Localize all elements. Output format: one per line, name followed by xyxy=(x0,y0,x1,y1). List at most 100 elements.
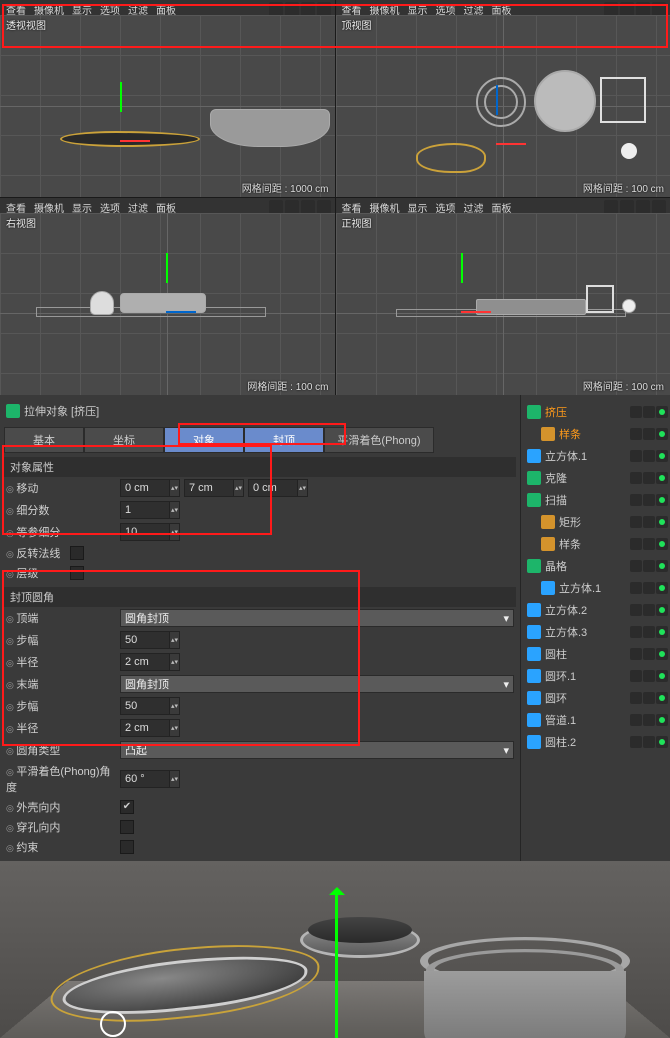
enable-dot[interactable] xyxy=(656,560,668,572)
vp-nav-icon[interactable] xyxy=(301,200,315,214)
enable-dot[interactable] xyxy=(656,494,668,506)
spinner-icon[interactable]: ▴▾ xyxy=(169,632,179,648)
tab-basic[interactable]: 基本 xyxy=(4,427,84,453)
tree-item[interactable]: 圆柱.2 xyxy=(521,731,670,753)
iso-field[interactable] xyxy=(121,526,169,538)
tree-item[interactable]: 立方体.3 xyxy=(521,621,670,643)
viewport-canvas[interactable] xyxy=(336,213,670,395)
vis-dot[interactable] xyxy=(630,560,642,572)
vis-dot[interactable] xyxy=(630,604,642,616)
radius-input[interactable]: ▴▾ xyxy=(120,653,180,671)
vp-nav-icon[interactable] xyxy=(620,2,634,16)
radius2-input[interactable]: ▴▾ xyxy=(120,719,180,737)
spinner-icon[interactable]: ▴▾ xyxy=(169,771,179,787)
vis-dot[interactable] xyxy=(643,714,655,726)
vis-dot[interactable] xyxy=(643,604,655,616)
vis-dot[interactable] xyxy=(643,428,655,440)
vis-dot[interactable] xyxy=(630,626,642,638)
hole-in-checkbox[interactable] xyxy=(120,820,134,834)
enable-dot[interactable] xyxy=(656,428,668,440)
start-dropdown[interactable]: 圆角封顶▾ xyxy=(120,609,514,627)
spinner-icon[interactable]: ▴▾ xyxy=(169,698,179,714)
move-y-field[interactable] xyxy=(185,482,233,494)
vp-nav-icon[interactable] xyxy=(301,2,315,16)
tree-item[interactable]: 扫描 xyxy=(521,489,670,511)
hull-in-checkbox[interactable]: ✔ xyxy=(120,800,134,814)
vp-nav-icon[interactable] xyxy=(604,2,618,16)
vp-nav-icon[interactable] xyxy=(652,200,666,214)
vis-dot[interactable] xyxy=(630,736,642,748)
tab-coord[interactable]: 坐标 xyxy=(84,427,164,453)
tree-item[interactable]: 圆柱 xyxy=(521,643,670,665)
viewport-canvas[interactable] xyxy=(0,213,335,395)
vis-dot[interactable] xyxy=(643,670,655,682)
enable-dot[interactable] xyxy=(656,516,668,528)
vp-nav-icon[interactable] xyxy=(604,200,618,214)
flip-checkbox[interactable] xyxy=(70,546,84,560)
tree-item[interactable]: 立方体.2 xyxy=(521,599,670,621)
move-z-field[interactable] xyxy=(249,482,297,494)
vis-dot[interactable] xyxy=(630,582,642,594)
vp-nav-icon[interactable] xyxy=(652,2,666,16)
viewport-front[interactable]: 查看 摄像机 显示 选项 过滤 面板 正视图 网格间距 : 100 cm xyxy=(336,198,670,395)
iso-input[interactable]: ▴▾ xyxy=(120,523,180,541)
vp-nav-icon[interactable] xyxy=(285,2,299,16)
vis-dot[interactable] xyxy=(643,538,655,550)
vp-nav-icon[interactable] xyxy=(269,200,283,214)
enable-dot[interactable] xyxy=(656,406,668,418)
spinner-icon[interactable]: ▴▾ xyxy=(169,524,179,540)
vp-nav-icon[interactable] xyxy=(636,2,650,16)
enable-dot[interactable] xyxy=(656,472,668,484)
vis-dot[interactable] xyxy=(630,516,642,528)
constrain-checkbox[interactable] xyxy=(120,840,134,854)
subdiv-input[interactable]: ▴▾ xyxy=(120,501,180,519)
enable-dot[interactable] xyxy=(656,538,668,550)
viewport-right[interactable]: 查看 摄像机 显示 选项 过滤 面板 右视图 网格间距 : 100 cm xyxy=(0,198,335,395)
preview-viewport[interactable] xyxy=(0,861,670,1038)
phong-angle-input[interactable]: ▴▾ xyxy=(120,770,180,788)
vp-nav-icon[interactable] xyxy=(285,200,299,214)
enable-dot[interactable] xyxy=(656,736,668,748)
vp-nav-icon[interactable] xyxy=(636,200,650,214)
enable-dot[interactable] xyxy=(656,604,668,616)
enable-dot[interactable] xyxy=(656,714,668,726)
hier-checkbox[interactable] xyxy=(70,566,84,580)
enable-dot[interactable] xyxy=(656,692,668,704)
phong-angle-field[interactable] xyxy=(121,773,169,785)
move-y-input[interactable]: ▴▾ xyxy=(184,479,244,497)
vp-nav-icon[interactable] xyxy=(620,200,634,214)
vis-dot[interactable] xyxy=(643,472,655,484)
vis-dot[interactable] xyxy=(630,450,642,462)
viewport-perspective[interactable]: 查看 摄像机 显示 选项 过滤 面板 透视视图 网格间距 : 1000 cm xyxy=(0,0,335,197)
vis-dot[interactable] xyxy=(643,450,655,462)
vis-dot[interactable] xyxy=(643,626,655,638)
tree-item[interactable]: 样条 xyxy=(521,533,670,555)
radius-field[interactable] xyxy=(121,656,169,668)
tree-item[interactable]: 立方体.1 xyxy=(521,577,670,599)
vis-dot[interactable] xyxy=(643,736,655,748)
tab-caps[interactable]: 封顶 xyxy=(244,427,324,453)
spinner-icon[interactable]: ▴▾ xyxy=(169,720,179,736)
vis-dot[interactable] xyxy=(630,538,642,550)
tree-item[interactable]: 管道.1 xyxy=(521,709,670,731)
tree-item[interactable]: 矩形 xyxy=(521,511,670,533)
vis-dot[interactable] xyxy=(630,494,642,506)
enable-dot[interactable] xyxy=(656,450,668,462)
tree-item[interactable]: 样条 xyxy=(521,423,670,445)
viewport-top[interactable]: 查看 摄像机 显示 选项 过滤 面板 顶视图 网格间距 : 100 cm xyxy=(336,0,670,197)
vis-dot[interactable] xyxy=(630,670,642,682)
viewport-canvas[interactable] xyxy=(336,15,670,197)
steps2-input[interactable]: ▴▾ xyxy=(120,697,180,715)
vis-dot[interactable] xyxy=(643,692,655,704)
steps-field[interactable] xyxy=(121,634,169,646)
move-x-input[interactable]: ▴▾ xyxy=(120,479,180,497)
spinner-icon[interactable]: ▴▾ xyxy=(169,480,179,496)
vis-dot[interactable] xyxy=(643,560,655,572)
spinner-icon[interactable]: ▴▾ xyxy=(297,480,307,496)
move-x-field[interactable] xyxy=(121,482,169,494)
tab-phong[interactable]: 平滑着色(Phong) xyxy=(324,427,434,453)
tree-item[interactable]: 克隆 xyxy=(521,467,670,489)
vis-dot[interactable] xyxy=(643,516,655,528)
tree-item[interactable]: 圆环.1 xyxy=(521,665,670,687)
tree-item[interactable]: 挤压 xyxy=(521,401,670,423)
